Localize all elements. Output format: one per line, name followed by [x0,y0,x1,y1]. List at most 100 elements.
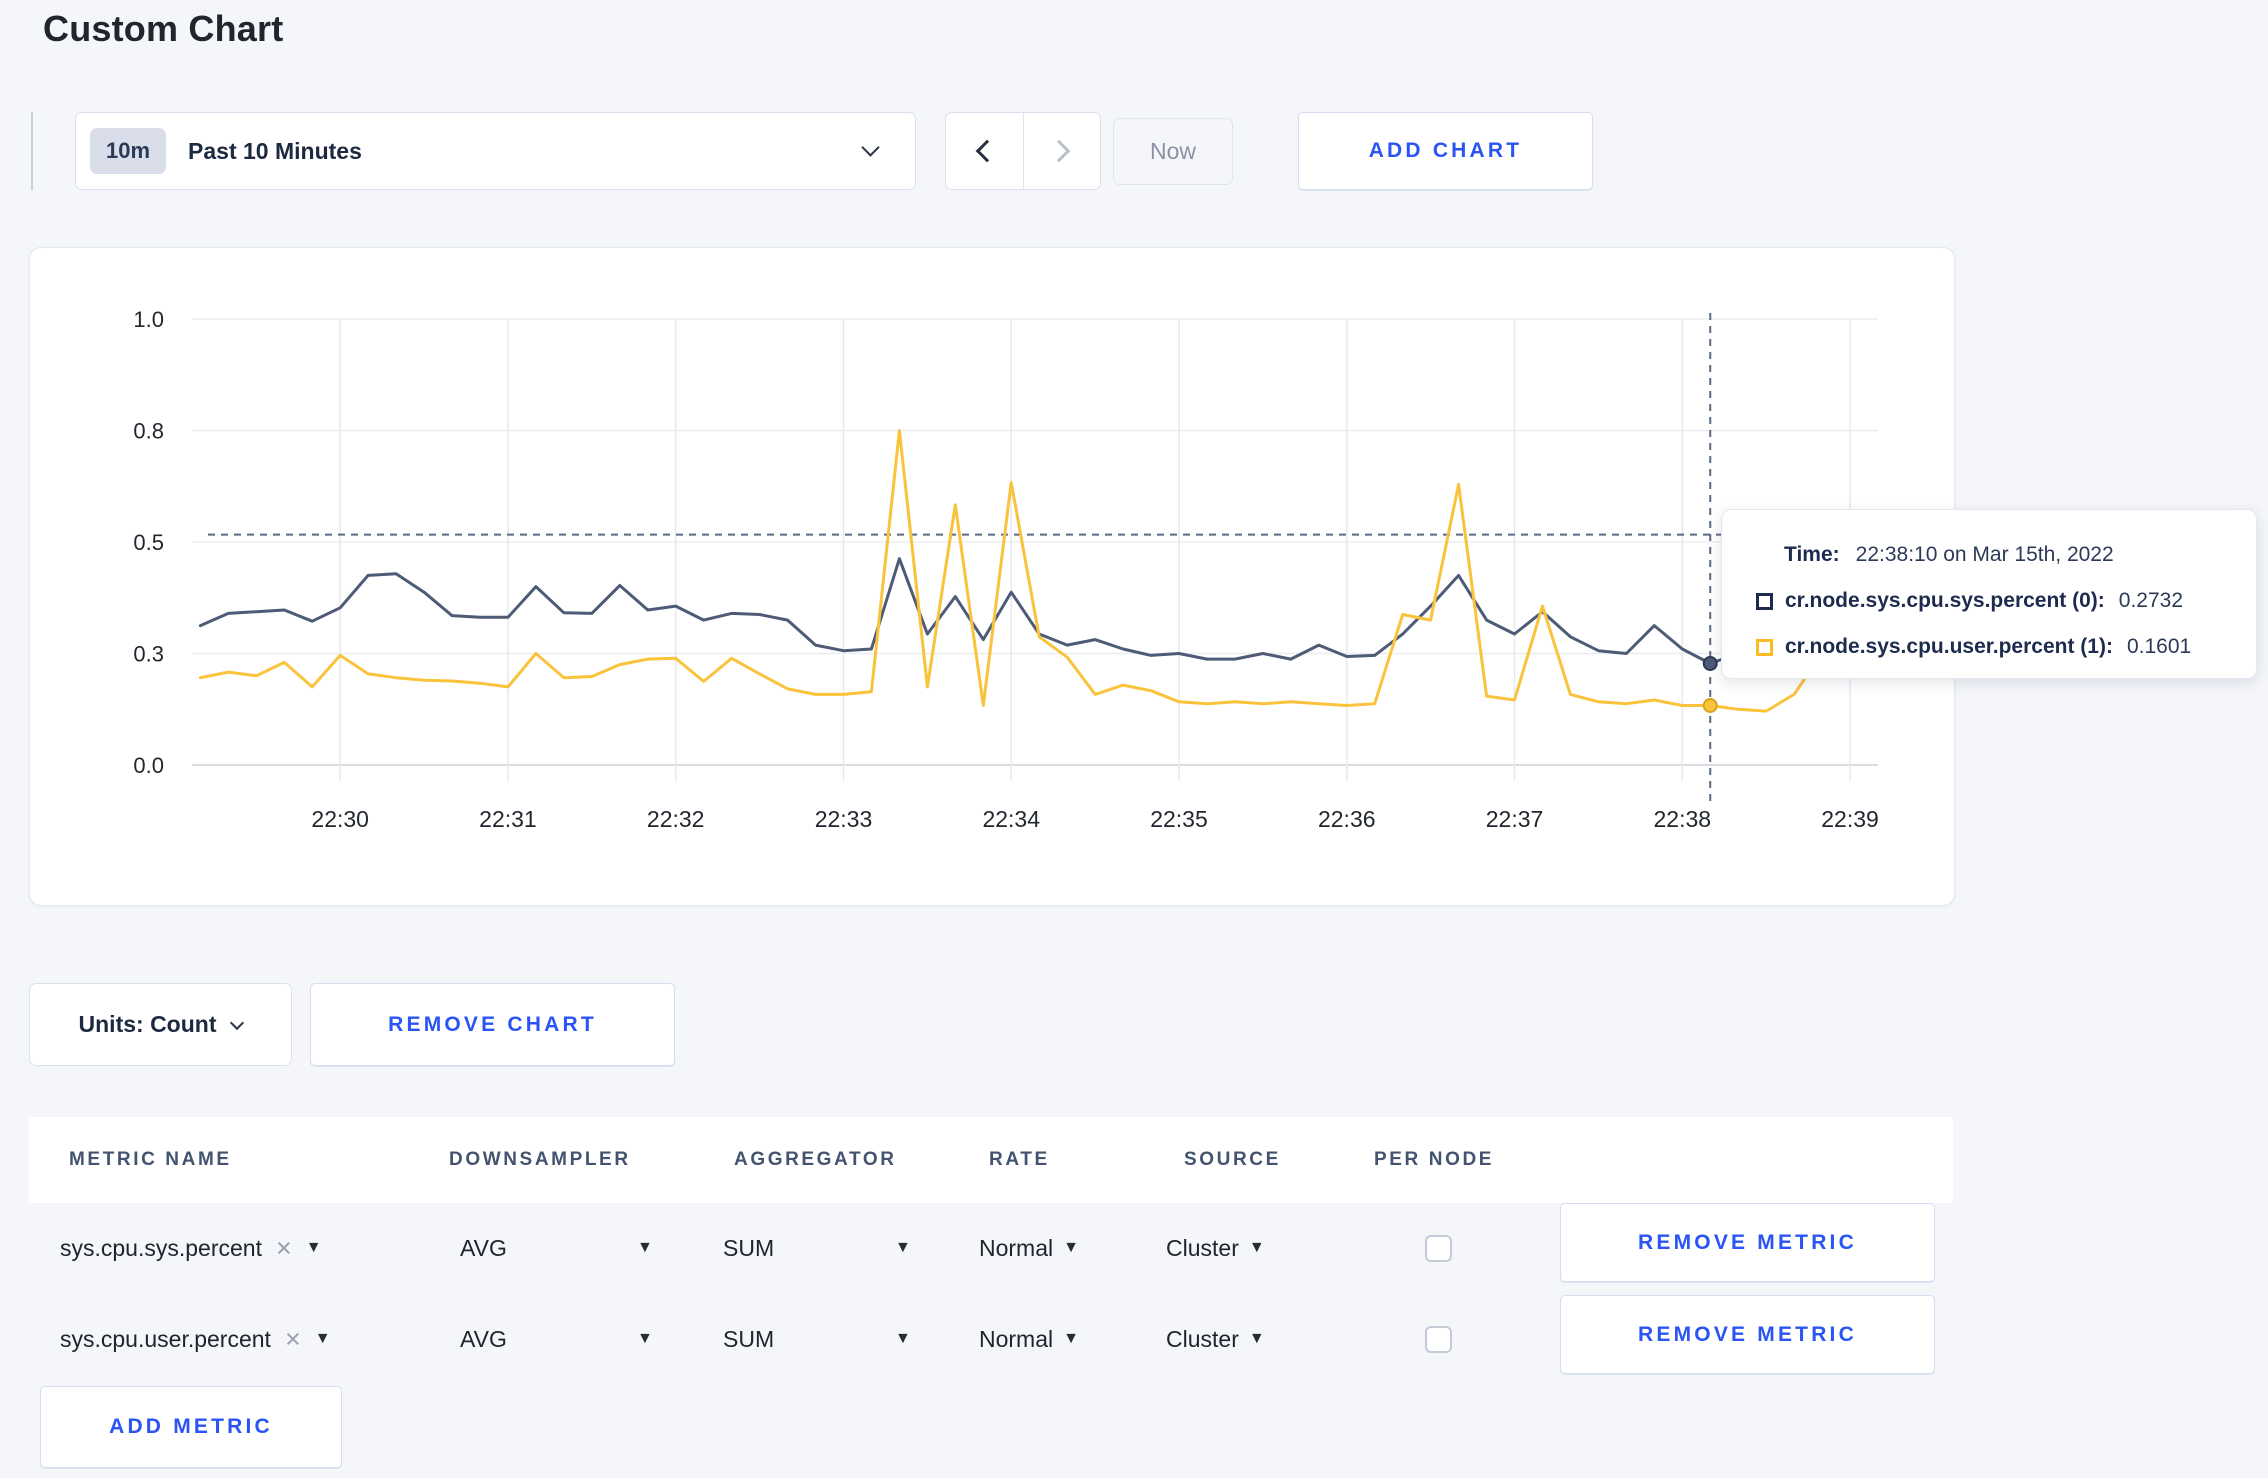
downsampler-value: AVG [460,1325,507,1352]
downsampler-caret[interactable]: ▼ [637,1294,653,1384]
source-select[interactable]: Cluster ▼ [1166,1203,1265,1293]
x-axis-tick-label: 22:36 [1318,806,1376,832]
caret-down-icon: ▼ [637,1239,653,1256]
tooltip-time-value: 22:38:10 on Mar 15th, 2022 [1855,543,2114,566]
col-header-source: SOURCE [1184,1149,1281,1170]
chevron-right-icon [1047,139,1071,163]
col-header-rate: RATE [989,1149,1050,1170]
hover-dot-1 [1702,697,1718,713]
add-chart-button[interactable]: ADD CHART [1298,112,1593,190]
units-label: Units: Count [78,1011,217,1037]
x-axis-tick-label: 22:32 [647,806,705,832]
caret-down-icon: ▼ [1063,1239,1079,1256]
time-window-pager [945,112,1101,190]
per-node-cell [1425,1203,1452,1293]
per-node-cell [1425,1294,1452,1384]
y-axis-tick-label: 0.5 [133,530,164,555]
x-axis-tick-label: 22:37 [1486,806,1544,832]
tooltip-user-series-name: cr.node.sys.cpu.user.percent (1): [1785,635,2113,658]
col-header-downsampler: DOWNSAMPLER [449,1149,631,1170]
aggregator-caret[interactable]: ▼ [895,1203,911,1293]
metric-name-value: sys.cpu.user.percent [60,1325,271,1352]
x-axis-tick-label: 22:30 [311,806,369,832]
y-axis-tick-label: 0.3 [133,642,164,667]
rate-value: Normal [979,1325,1054,1352]
remove-chart-button[interactable]: REMOVE CHART [310,983,675,1066]
chevron-down-icon [861,138,880,157]
caret-down-icon: ▼ [895,1330,911,1347]
custom-chart-page: Custom Chart 10m Past 10 Minutes Now ADD… [0,0,2268,1478]
y-axis-tick-label: 0.0 [133,753,164,778]
y-axis-tick-label: 0.8 [133,419,164,444]
col-header-metric-name: METRIC NAME [69,1149,232,1170]
downsampler-select[interactable]: AVG [460,1294,507,1384]
remove-metric-button[interactable]: REMOVE METRIC [1560,1295,1935,1374]
downsampler-value: AVG [460,1234,507,1261]
cpu-usage-chart[interactable]: 0.0 0.3 0.5 0.8 1.0 22:30 22:31 22:32 22:33 22:34… [30,248,1954,905]
caret-down-icon: ▼ [1248,1239,1265,1256]
aggregator-value: SUM [723,1325,775,1352]
now-button[interactable]: Now [1113,118,1233,185]
x-axis-tick-label: 22:34 [982,806,1040,832]
time-range-badge: 10m [90,128,167,174]
sys-series-swatch-icon [1756,592,1773,610]
tooltip-user-series-value: 0.1601 [2126,635,2192,658]
rate-value: Normal [979,1234,1054,1261]
metric-name-select[interactable]: sys.cpu.sys.percent × ▼ [60,1203,322,1293]
units-dropdown[interactable]: Units: Count [29,983,292,1066]
page-title: Custom Chart [43,8,284,49]
aggregator-select[interactable]: SUM [723,1203,774,1293]
chevron-left-icon [975,139,999,163]
user-series-swatch-icon [1756,638,1773,656]
chart-panel[interactable]: 0.0 0.3 0.5 0.8 1.0 22:30 22:31 22:32 22:33 22:34… [29,247,1955,906]
per-node-checkbox[interactable] [1425,1325,1452,1353]
per-node-checkbox[interactable] [1425,1234,1452,1262]
downsampler-select[interactable]: AVG [460,1203,507,1293]
caret-down-icon: ▼ [1248,1330,1265,1347]
tooltip-time-label: Time: [1784,543,1840,566]
caret-down-icon: ▼ [314,1330,331,1347]
source-select[interactable]: Cluster ▼ [1166,1294,1265,1384]
col-header-per-node: PER NODE [1374,1149,1495,1170]
chart-hover-tooltip: Time: 22:38:10 on Mar 15th, 2022 cr.node… [1721,509,2257,679]
col-header-aggregator: AGGREGATOR [734,1149,897,1170]
metrics-table-header: METRIC NAME DOWNSAMPLER AGGREGATOR RATE … [29,1117,1953,1203]
series-line-1 [198,429,1880,713]
y-axis-tick-label: 1.0 [133,307,164,332]
chevron-down-icon [230,1015,245,1030]
metric-name-value: sys.cpu.sys.percent [60,1234,262,1261]
caret-down-icon: ▼ [1063,1330,1079,1347]
source-value: Cluster [1166,1325,1239,1352]
x-axis-tick-label: 22:35 [1150,806,1208,832]
next-window-button[interactable] [1022,113,1101,189]
tooltip-sys-series-name: cr.node.sys.cpu.sys.percent (0): [1785,589,2105,612]
x-axis-tick-label: 22:33 [815,806,873,832]
table-row: sys.cpu.sys.percent × ▼ AVG ▼ SUM ▼ Norm… [29,1203,1953,1293]
table-row: sys.cpu.user.percent × ▼ AVG ▼ SUM ▼ Nor… [29,1294,1953,1384]
source-value: Cluster [1166,1234,1239,1261]
rate-select[interactable]: Normal ▼ [979,1203,1079,1293]
time-range-dropdown[interactable]: 10m Past 10 Minutes [75,112,916,190]
time-range-label: Past 10 Minutes [188,137,362,164]
x-axis-tick-label: 22:31 [479,806,537,832]
rate-select[interactable]: Normal ▼ [979,1294,1079,1384]
tooltip-sys-series-value: 0.2732 [2118,589,2184,612]
remove-tag-icon[interactable]: × [285,1324,301,1355]
caret-down-icon: ▼ [895,1239,911,1256]
caret-down-icon: ▼ [637,1330,653,1347]
series-line-0 [198,557,1880,665]
caret-down-icon: ▼ [305,1239,322,1256]
x-axis-tick-label: 22:38 [1653,806,1711,832]
add-metric-button[interactable]: ADD METRIC [40,1386,342,1468]
aggregator-value: SUM [723,1234,775,1261]
downsampler-caret[interactable]: ▼ [637,1203,653,1293]
metric-name-select[interactable]: sys.cpu.user.percent × ▼ [60,1294,331,1384]
hover-dot-0 [1702,655,1718,671]
toolbar-left-divider [31,112,33,190]
remove-metric-button[interactable]: REMOVE METRIC [1560,1203,1935,1282]
remove-tag-icon[interactable]: × [276,1233,292,1264]
aggregator-caret[interactable]: ▼ [895,1294,911,1384]
x-axis-tick-label: 22:39 [1821,806,1879,832]
prev-window-button[interactable] [946,113,1023,189]
aggregator-select[interactable]: SUM [723,1294,774,1384]
